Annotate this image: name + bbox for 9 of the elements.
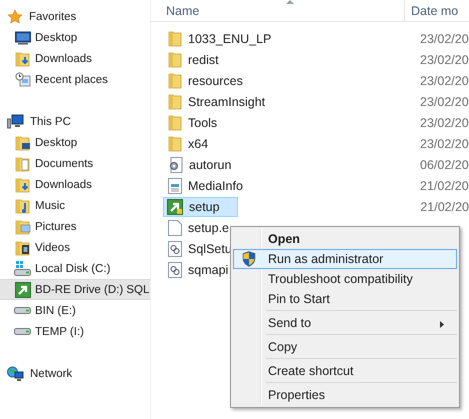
date-cell-text: 06/02/20 [419, 158, 469, 172]
date-cell-text: 23/02/20 [419, 74, 469, 88]
date-cell-text: 21/02/20 [419, 178, 469, 192]
date-cell-text: 23/02/20 [419, 136, 469, 150]
date-cell-text: 23/02/20 [419, 94, 469, 108]
date-cell-text: 23/02/20 [419, 32, 469, 46]
date-cell: 21/02/20 [420, 200, 469, 214]
date-cell-text: 23/02/20 [419, 116, 469, 130]
date-cell-text: 23/02/20 [419, 52, 469, 66]
